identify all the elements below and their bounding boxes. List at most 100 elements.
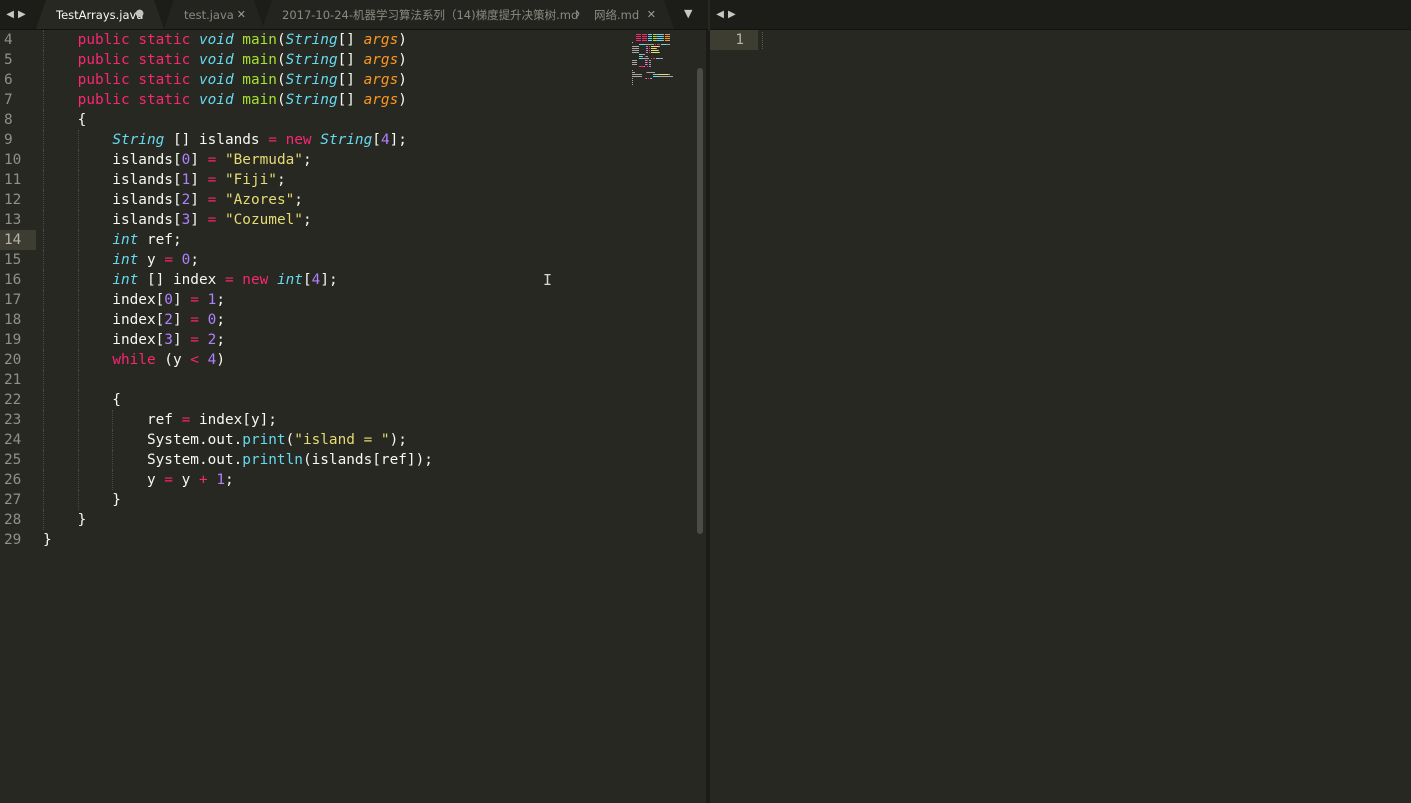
caret: [762, 32, 764, 49]
tab-test-java[interactable]: test.java ✕: [164, 0, 264, 29]
line-number: 19: [4, 332, 22, 348]
tab-label: TestArrays.java: [56, 7, 144, 22]
code-line[interactable]: 26 y = y + 1;: [0, 470, 640, 490]
code-line[interactable]: 23 ref = index[y];: [0, 410, 640, 430]
minimap-mark: [632, 82, 633, 83]
line-number: 11: [4, 172, 22, 188]
tab-label: 网络.md: [594, 7, 640, 22]
line-number: 16: [4, 272, 22, 288]
code-line[interactable]: 15 int y = 0;: [0, 250, 640, 270]
code-line[interactable]: 14 int ref;: [0, 230, 640, 250]
minimap-mark: [632, 70, 633, 71]
minimap-mark: [632, 72, 635, 73]
code-line[interactable]: 10 islands[0] = "Bermuda";: [0, 150, 640, 170]
code-line[interactable]: 11 islands[1] = "Fiji";: [0, 170, 640, 190]
code-text: index[0] = 1;: [43, 292, 225, 308]
minimap-mark: [641, 40, 648, 41]
minimap-mark: [641, 38, 648, 39]
code-line[interactable]: 18 index[2] = 0;: [0, 310, 640, 330]
code-line[interactable]: 25 System.out.println(islands[ref]);: [0, 450, 640, 470]
tab-next-icon[interactable]: ▶: [728, 9, 736, 20]
minimap-mark: [641, 34, 648, 35]
minimap-mark: [632, 48, 640, 49]
line-number: 8: [4, 112, 13, 128]
line-number: 12: [4, 192, 22, 208]
line-number: 14: [0, 230, 36, 250]
line-number: 26: [4, 472, 22, 488]
minimap-mark: [668, 74, 670, 75]
tab-markdown-gbdt[interactable]: 2017-10-24-机器学习算法系列（14)梯度提升决策树.md ✕: [262, 0, 602, 29]
minimap-mark: [632, 60, 638, 61]
minimap-mark: [632, 50, 640, 51]
code-line[interactable]: 4 public static void main(String[] args): [0, 30, 640, 50]
minimap-mark: [659, 46, 660, 47]
minimap-mark: [635, 34, 641, 35]
tab-prev-icon[interactable]: ◀: [716, 9, 724, 20]
unsaved-dot-icon[interactable]: ●: [135, 8, 144, 19]
minimap-mark: [650, 78, 652, 79]
minimap-mark: [647, 72, 656, 73]
line-number: 25: [4, 452, 22, 468]
minimap-mark: [650, 62, 651, 63]
code-text: y = y + 1;: [43, 472, 234, 488]
code-line[interactable]: 12 islands[2] = "Azores";: [0, 190, 640, 210]
code-line[interactable]: 24 System.out.print("island = ");: [0, 430, 640, 450]
tab-prev-icon[interactable]: ◀: [6, 9, 14, 20]
tab-list-dropdown-icon[interactable]: ▼: [684, 7, 692, 20]
minimap-mark: [635, 36, 641, 37]
close-icon[interactable]: ✕: [647, 8, 656, 21]
code-line[interactable]: 8 {: [0, 110, 640, 130]
code-line[interactable]: 7 public static void main(String[] args): [0, 90, 640, 110]
code-line[interactable]: 17 index[0] = 1;: [0, 290, 640, 310]
code-text: islands[3] = "Cozumel";: [43, 212, 312, 228]
code-text: }: [43, 492, 121, 508]
line-number: 10: [4, 152, 22, 168]
minimap-mark: [632, 52, 640, 53]
code-line[interactable]: 13 islands[3] = "Cozumel";: [0, 210, 640, 230]
tab-next-icon[interactable]: ▶: [18, 9, 26, 20]
code-line[interactable]: 29}: [0, 530, 640, 550]
minimap-mark: [652, 58, 656, 59]
line-number: 17: [4, 292, 22, 308]
code-text: public static void main(String[] args): [77, 32, 407, 48]
minimap-mark: [641, 58, 650, 59]
tab-nav-arrows: ◀ ▶: [0, 0, 32, 29]
tab-network-md[interactable]: 网络.md ✕: [574, 0, 674, 29]
minimap-mark: [658, 74, 668, 75]
minimap-mark: [650, 66, 651, 67]
code-line[interactable]: 6 public static void main(String[] args): [0, 70, 640, 90]
indent-guide: [43, 370, 44, 390]
code-line[interactable]: 22 {: [0, 390, 640, 410]
code-line[interactable]: 27 }: [0, 490, 640, 510]
code-text: while (y < 4): [112, 352, 225, 368]
close-icon[interactable]: ✕: [237, 8, 246, 21]
code-text: index[3] = 2;: [43, 332, 225, 348]
minimap-mark: [668, 34, 670, 35]
code-line[interactable]: 19 index[3] = 2;: [0, 330, 640, 350]
minimap-mark: [668, 38, 670, 39]
code-line[interactable]: 5 public static void main(String[] args): [0, 50, 640, 70]
minimap-mark: [660, 58, 663, 59]
code-line[interactable]: 28 }: [0, 510, 640, 530]
minimap[interactable]: [632, 30, 676, 90]
code-line[interactable]: 21: [0, 370, 640, 390]
code-text: islands[2] = "Azores";: [43, 192, 303, 208]
minimap-mark: [632, 84, 633, 85]
minimap-mark: [662, 36, 665, 37]
tab-bar-left: ◀ ▶ TestArrays.java ● test.java ✕ 2017-1…: [0, 0, 708, 30]
minimap-mark: [648, 40, 652, 41]
code-line[interactable]: 9 String [] islands = new String[4];: [0, 130, 640, 150]
code-line[interactable]: 20 while (y < 4): [0, 350, 640, 370]
minimap-mark: [635, 40, 641, 41]
editor-pane-right[interactable]: 1: [710, 30, 1411, 803]
minimap-mark: [647, 56, 649, 57]
minimap-mark: [662, 38, 665, 39]
line-number: 21: [4, 372, 22, 388]
scrollbar-thumb[interactable]: [697, 68, 703, 534]
tab-testarrays-java[interactable]: TestArrays.java ●: [36, 0, 164, 29]
editor-pane-left[interactable]: 4 public static void main(String[] args)…: [0, 30, 706, 803]
minimap-mark: [632, 80, 633, 81]
minimap-mark: [658, 50, 660, 51]
code-text: int [] index = new int[4];: [112, 272, 338, 288]
tab-nav-arrows: ◀ ▶: [710, 0, 742, 29]
